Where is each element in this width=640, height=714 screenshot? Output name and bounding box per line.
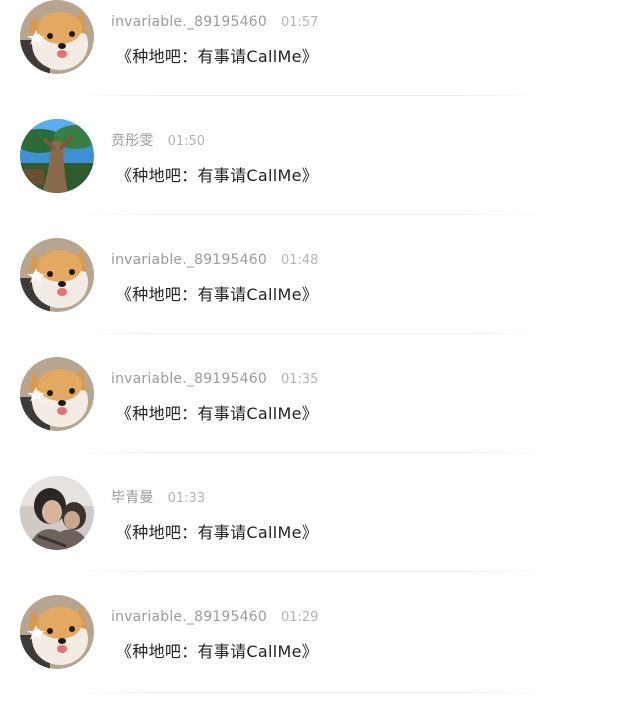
comment-row[interactable]: invariable._89195460 01:57 《种地吧：有事请CallMe… — [0, 0, 640, 119]
divider — [70, 214, 550, 215]
username[interactable]: invariable._89195460 — [111, 14, 267, 30]
comment-text: 《种地吧：有事请CallMe》 — [116, 166, 319, 185]
timestamp: 01:33 — [167, 491, 206, 506]
username[interactable]: invariable._89195460 — [111, 371, 267, 387]
avatar[interactable] — [20, 119, 94, 193]
timestamp: 01:35 — [280, 372, 319, 387]
comment-text: 《种地吧：有事请CallMe》 — [116, 47, 319, 66]
divider — [70, 333, 550, 334]
timestamp: 01:29 — [280, 610, 319, 625]
username[interactable]: 毕青曼 — [111, 490, 154, 506]
dog-avatar-icon — [20, 238, 94, 312]
avatar[interactable] — [20, 238, 94, 312]
divider — [70, 452, 550, 453]
comment-meta: invariable._89195460 01:29 — [111, 607, 318, 625]
divider — [70, 692, 550, 693]
divider — [70, 571, 550, 572]
username[interactable]: 贲彤雯 — [111, 133, 154, 149]
comment-row[interactable]: 贲彤雯 01:50 《种地吧：有事请CallMe》 — [0, 119, 640, 238]
comment-meta: invariable._89195460 01:57 — [111, 12, 318, 30]
comment-row[interactable]: invariable._89195460 01:35 《种地吧：有事请CallMe… — [0, 357, 640, 476]
dog-avatar-icon — [20, 0, 94, 74]
comment-meta: 毕青曼 01:33 — [111, 488, 205, 506]
tree-avatar-icon — [20, 119, 94, 193]
username[interactable]: invariable._89195460 — [111, 252, 267, 268]
username[interactable]: invariable._89195460 — [111, 609, 267, 625]
avatar[interactable] — [20, 0, 94, 74]
comment-meta: invariable._89195460 01:48 — [111, 250, 318, 268]
divider — [70, 95, 550, 96]
avatar[interactable] — [20, 476, 94, 550]
comment-row[interactable]: invariable._89195460 01:48 《种地吧：有事请CallMe… — [0, 238, 640, 357]
timestamp: 01:50 — [167, 134, 206, 149]
comment-meta: invariable._89195460 01:35 — [111, 369, 318, 387]
comment-meta: 贲彤雯 01:50 — [111, 131, 205, 149]
person-avatar-icon — [20, 476, 94, 550]
comment-text: 《种地吧：有事请CallMe》 — [116, 404, 319, 423]
timestamp: 01:57 — [280, 15, 319, 30]
dog-avatar-icon — [20, 595, 94, 669]
avatar[interactable] — [20, 595, 94, 669]
dog-avatar-icon — [20, 357, 94, 431]
comment-row[interactable]: 毕青曼 01:33 《种地吧：有事请CallMe》 — [0, 476, 640, 595]
comment-text: 《种地吧：有事请CallMe》 — [116, 642, 319, 661]
avatar[interactable] — [20, 357, 94, 431]
timestamp: 01:48 — [280, 253, 319, 268]
comment-text: 《种地吧：有事请CallMe》 — [116, 285, 319, 304]
comment-text: 《种地吧：有事请CallMe》 — [116, 523, 319, 542]
comment-row[interactable]: invariable._89195460 01:29 《种地吧：有事请CallMe… — [0, 595, 640, 714]
